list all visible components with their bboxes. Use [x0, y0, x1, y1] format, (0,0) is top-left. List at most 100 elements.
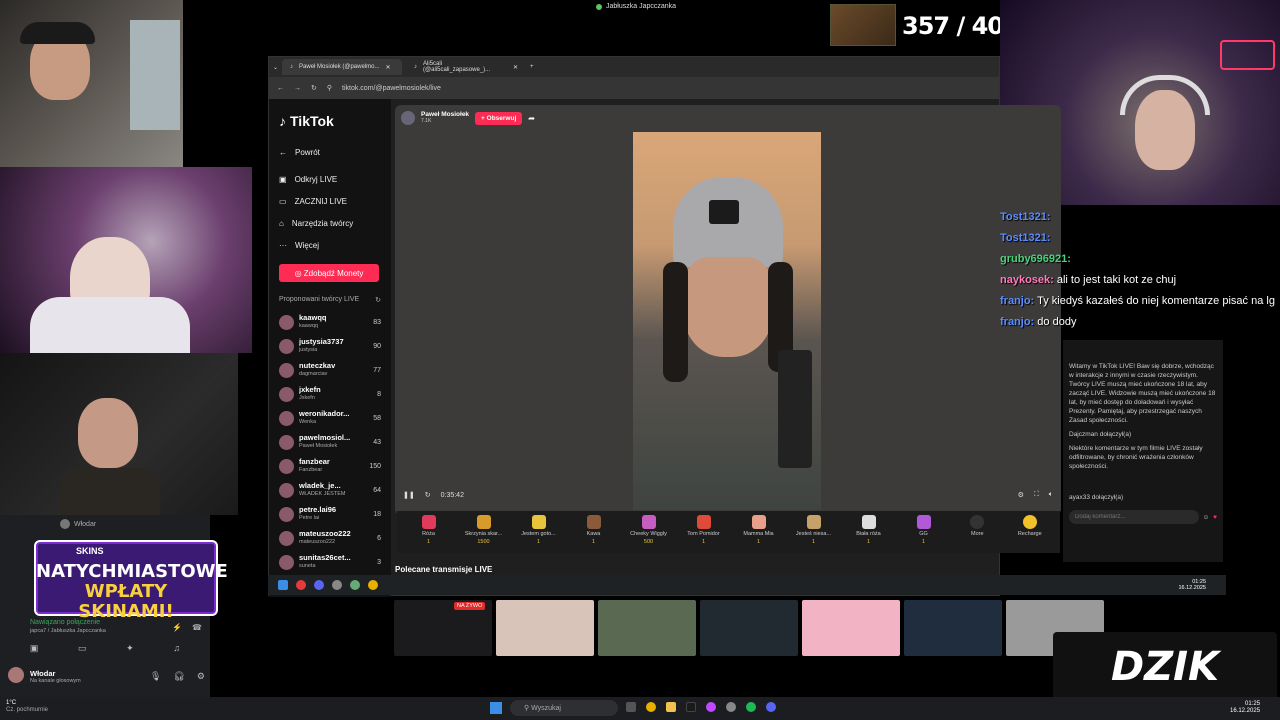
- gift-item[interactable]: Róża 1: [401, 515, 456, 545]
- tab-2[interactable]: ♪ Ali5cali (@ali5cali_zapasowe_)... ✕: [406, 59, 526, 75]
- gift-item[interactable]: Kawa 1: [566, 515, 621, 545]
- mic-icon[interactable]: 🎙︎: [150, 671, 161, 682]
- more-gifts-button[interactable]: More: [951, 515, 1004, 537]
- pause-icon[interactable]: ❚❚: [403, 491, 415, 499]
- suggested-item[interactable]: nuteczkav dagmarciav 77: [279, 358, 381, 382]
- suggested-item[interactable]: fanzbear Fanzbear 150: [279, 454, 381, 478]
- nav-discover-live[interactable]: ▣ Odkryj LIVE: [279, 168, 381, 190]
- noise-suppression-icon[interactable]: ⚡: [172, 623, 182, 632]
- reload-icon[interactable]: ↻: [311, 84, 317, 92]
- viewer-count: 83: [373, 318, 381, 326]
- clock[interactable]: 01:25 16.12.2025: [1230, 701, 1260, 715]
- weather[interactable]: 1°C Cz. pochmurnie: [6, 700, 48, 714]
- gift-item[interactable]: Jesteś niesa... 1: [786, 515, 841, 545]
- nav-creator-tools[interactable]: ⌂ Narzędzia twórcy: [279, 212, 381, 234]
- voice-user-row[interactable]: Włodar: [60, 519, 96, 529]
- taskbar-search[interactable]: ⚲ Wyszukaj: [510, 700, 618, 716]
- gift-item[interactable]: Tom Pomidor 1: [676, 515, 731, 545]
- avatar[interactable]: [8, 667, 24, 683]
- nav-more[interactable]: ··· Więcej: [279, 234, 381, 256]
- tiktok-logo[interactable]: ♪ TikTok: [279, 113, 381, 129]
- discord-icon[interactable]: [766, 702, 776, 712]
- gift-item[interactable]: Mamma Mia 1: [731, 515, 786, 545]
- follow-button[interactable]: + Obserwuj: [475, 111, 523, 125]
- refresh-icon[interactable]: ↻: [375, 296, 381, 304]
- gear-icon[interactable]: ⚙: [197, 671, 205, 682]
- gift-item[interactable]: Skrzynia skar... 1500: [456, 515, 511, 545]
- viewer-count: 90: [373, 342, 381, 350]
- suggested-item[interactable]: kaawqq kaawqq 83: [279, 310, 381, 334]
- comment-input[interactable]: [1069, 510, 1199, 524]
- nav-start-live[interactable]: ▭ ZACZNIJ LIVE: [279, 190, 381, 212]
- url-bar: ← → ↻ ⚲ tiktok.com/@pawelmosiolek/live: [269, 77, 999, 99]
- url-input[interactable]: tiktok.com/@pawelmosiolek/live: [342, 85, 441, 92]
- emoji-icon[interactable]: ☺: [1203, 513, 1210, 522]
- task-view-icon[interactable]: [626, 702, 636, 712]
- app-icon[interactable]: [332, 580, 342, 590]
- camera-icon[interactable]: ▣: [30, 643, 39, 654]
- tab-list-icon[interactable]: ⌄: [273, 64, 278, 71]
- thumbnail[interactable]: [904, 600, 1002, 656]
- nav-back[interactable]: ← Powrót: [279, 141, 381, 163]
- share-icon[interactable]: ➦: [528, 114, 535, 123]
- avatar: [279, 554, 294, 570]
- recharge-button[interactable]: Recharge: [1004, 515, 1057, 537]
- live-user-name[interactable]: Paweł Mosiołek: [421, 111, 469, 118]
- app-icon[interactable]: [706, 702, 716, 712]
- close-icon[interactable]: ✕: [385, 64, 390, 71]
- chrome-icon[interactable]: [646, 702, 656, 712]
- headphones-icon[interactable]: 🎧︎: [173, 671, 184, 682]
- suggested-item[interactable]: pawelmosiol... Paweł Mosiołek 43: [279, 430, 381, 454]
- site-info-icon[interactable]: ⚲: [327, 84, 332, 92]
- settings-icon[interactable]: [350, 580, 360, 590]
- suggested-item[interactable]: weronikador... Wenka 58: [279, 406, 381, 430]
- suggested-item[interactable]: mateuszoo222 mateuszoo222 6: [279, 526, 381, 550]
- thumbnail[interactable]: [700, 600, 798, 656]
- windows-icon[interactable]: [278, 580, 288, 590]
- fullscreen-icon[interactable]: ⛶: [1034, 491, 1039, 499]
- chevron-up-icon: [970, 515, 985, 529]
- gift-price: 1500: [477, 539, 490, 545]
- soundboard-icon[interactable]: ♫: [173, 643, 180, 654]
- live-video[interactable]: [633, 132, 821, 510]
- screen-share-icon[interactable]: ▭: [78, 643, 87, 654]
- chat-username: Tost1321:: [1000, 232, 1051, 244]
- chrome-icon[interactable]: [368, 580, 378, 590]
- folder-icon[interactable]: [666, 702, 676, 712]
- avatar[interactable]: [401, 111, 415, 125]
- heart-icon[interactable]: ♥: [1213, 513, 1217, 522]
- start-icon[interactable]: [490, 702, 502, 714]
- gift-icon: [641, 515, 656, 529]
- gift-item[interactable]: Jestem goto... 1: [511, 515, 566, 545]
- thumbnail[interactable]: [496, 600, 594, 656]
- suggested-item[interactable]: petre.lai96 Petre lai 18: [279, 502, 381, 526]
- discord-icon[interactable]: [314, 580, 324, 590]
- activity-icon[interactable]: ✦: [126, 643, 134, 654]
- opera-icon[interactable]: [296, 580, 306, 590]
- back-arrow-icon: ←: [279, 147, 287, 157]
- chat-joined: ayax33 dołączył(a): [1069, 494, 1124, 501]
- spotify-icon[interactable]: [746, 702, 756, 712]
- settings-icon[interactable]: ⚙: [1018, 491, 1024, 499]
- app-icon[interactable]: [686, 702, 696, 712]
- tab-1[interactable]: ♪ Paweł Mosiołek (@pawelmo... ✕: [282, 59, 403, 75]
- thumbnail[interactable]: [802, 600, 900, 656]
- gift-item[interactable]: GG 1: [896, 515, 951, 545]
- thumbnail[interactable]: NA ŻYWO: [394, 600, 492, 656]
- suggested-item[interactable]: justysia3737 justysia 90: [279, 334, 381, 358]
- suggested-item[interactable]: wladek_je... WŁADEK JESTEM 64: [279, 478, 381, 502]
- app-icon[interactable]: [726, 702, 736, 712]
- new-tab-icon[interactable]: +: [530, 64, 534, 70]
- volume-icon[interactable]: 🔈︎: [1049, 491, 1053, 499]
- suggested-item[interactable]: jxkefn Jxkefn 8: [279, 382, 381, 406]
- close-icon[interactable]: ✕: [513, 64, 518, 71]
- suggested-item[interactable]: sunitas26cet... suneta 3: [279, 550, 381, 574]
- back-icon[interactable]: ←: [277, 85, 284, 92]
- disconnect-icon[interactable]: ☎: [192, 623, 202, 632]
- gift-item[interactable]: Cheeky Wiggly 500: [621, 515, 676, 545]
- thumbnail[interactable]: [598, 600, 696, 656]
- forward-icon[interactable]: →: [294, 85, 301, 92]
- refresh-icon[interactable]: ↻: [425, 491, 431, 499]
- gift-item[interactable]: Biała róża 1: [841, 515, 896, 545]
- get-coins-button[interactable]: ◎ Zdobądź Monety: [279, 264, 379, 282]
